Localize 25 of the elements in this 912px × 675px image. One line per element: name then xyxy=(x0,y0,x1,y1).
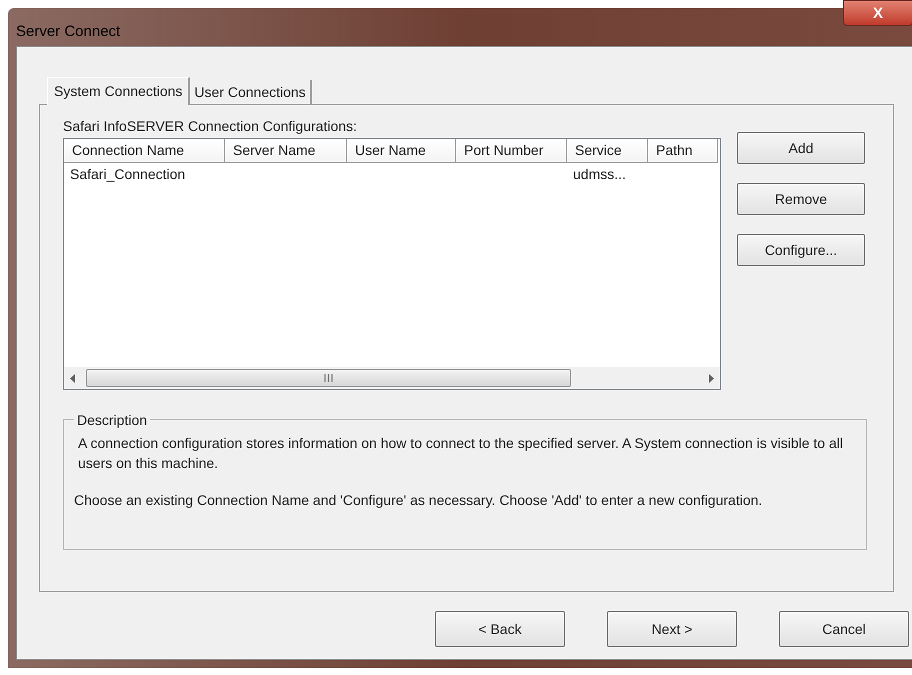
column-header[interactable]: Server Name xyxy=(225,139,347,163)
table-cell[interactable]: udmss... xyxy=(567,163,648,185)
list-label: Safari InfoSERVER Connection Configurations: xyxy=(63,117,358,136)
action-button[interactable]: Remove xyxy=(737,183,865,215)
action-button[interactable]: Configure... xyxy=(737,234,865,266)
horizontal-scrollbar[interactable] xyxy=(64,367,720,389)
grip-icon xyxy=(324,374,333,382)
scroll-right-icon[interactable] xyxy=(708,374,714,382)
scroll-thumb[interactable] xyxy=(86,369,571,387)
column-header[interactable]: Connection Name xyxy=(64,139,225,163)
column-header[interactable]: Pathn xyxy=(648,139,718,163)
window-title: Server Connect xyxy=(16,22,120,42)
dialog-button[interactable]: < Back xyxy=(435,611,565,647)
column-header[interactable]: User Name xyxy=(347,139,456,163)
close-button[interactable]: X xyxy=(843,0,912,26)
dialog-button[interactable]: Cancel xyxy=(779,611,909,647)
table-cell[interactable]: Safari_Connection xyxy=(64,163,225,185)
scroll-left-icon[interactable] xyxy=(70,374,76,382)
column-header[interactable]: Port Number xyxy=(456,139,567,163)
description-text: A connection configuration stores information on how to connect to the specified server. A System connection is visible to all users on this machine. xyxy=(77,434,844,473)
tab[interactable]: System Connections xyxy=(47,77,190,105)
description-text: Choose an existing Connection Name and 'Configure' as necessary. Choose 'Add' to enter a new configuration. xyxy=(74,491,764,510)
dialog-button[interactable]: Next > xyxy=(607,611,737,647)
action-button[interactable]: Add xyxy=(737,132,865,164)
column-header[interactable]: Service xyxy=(567,139,648,163)
